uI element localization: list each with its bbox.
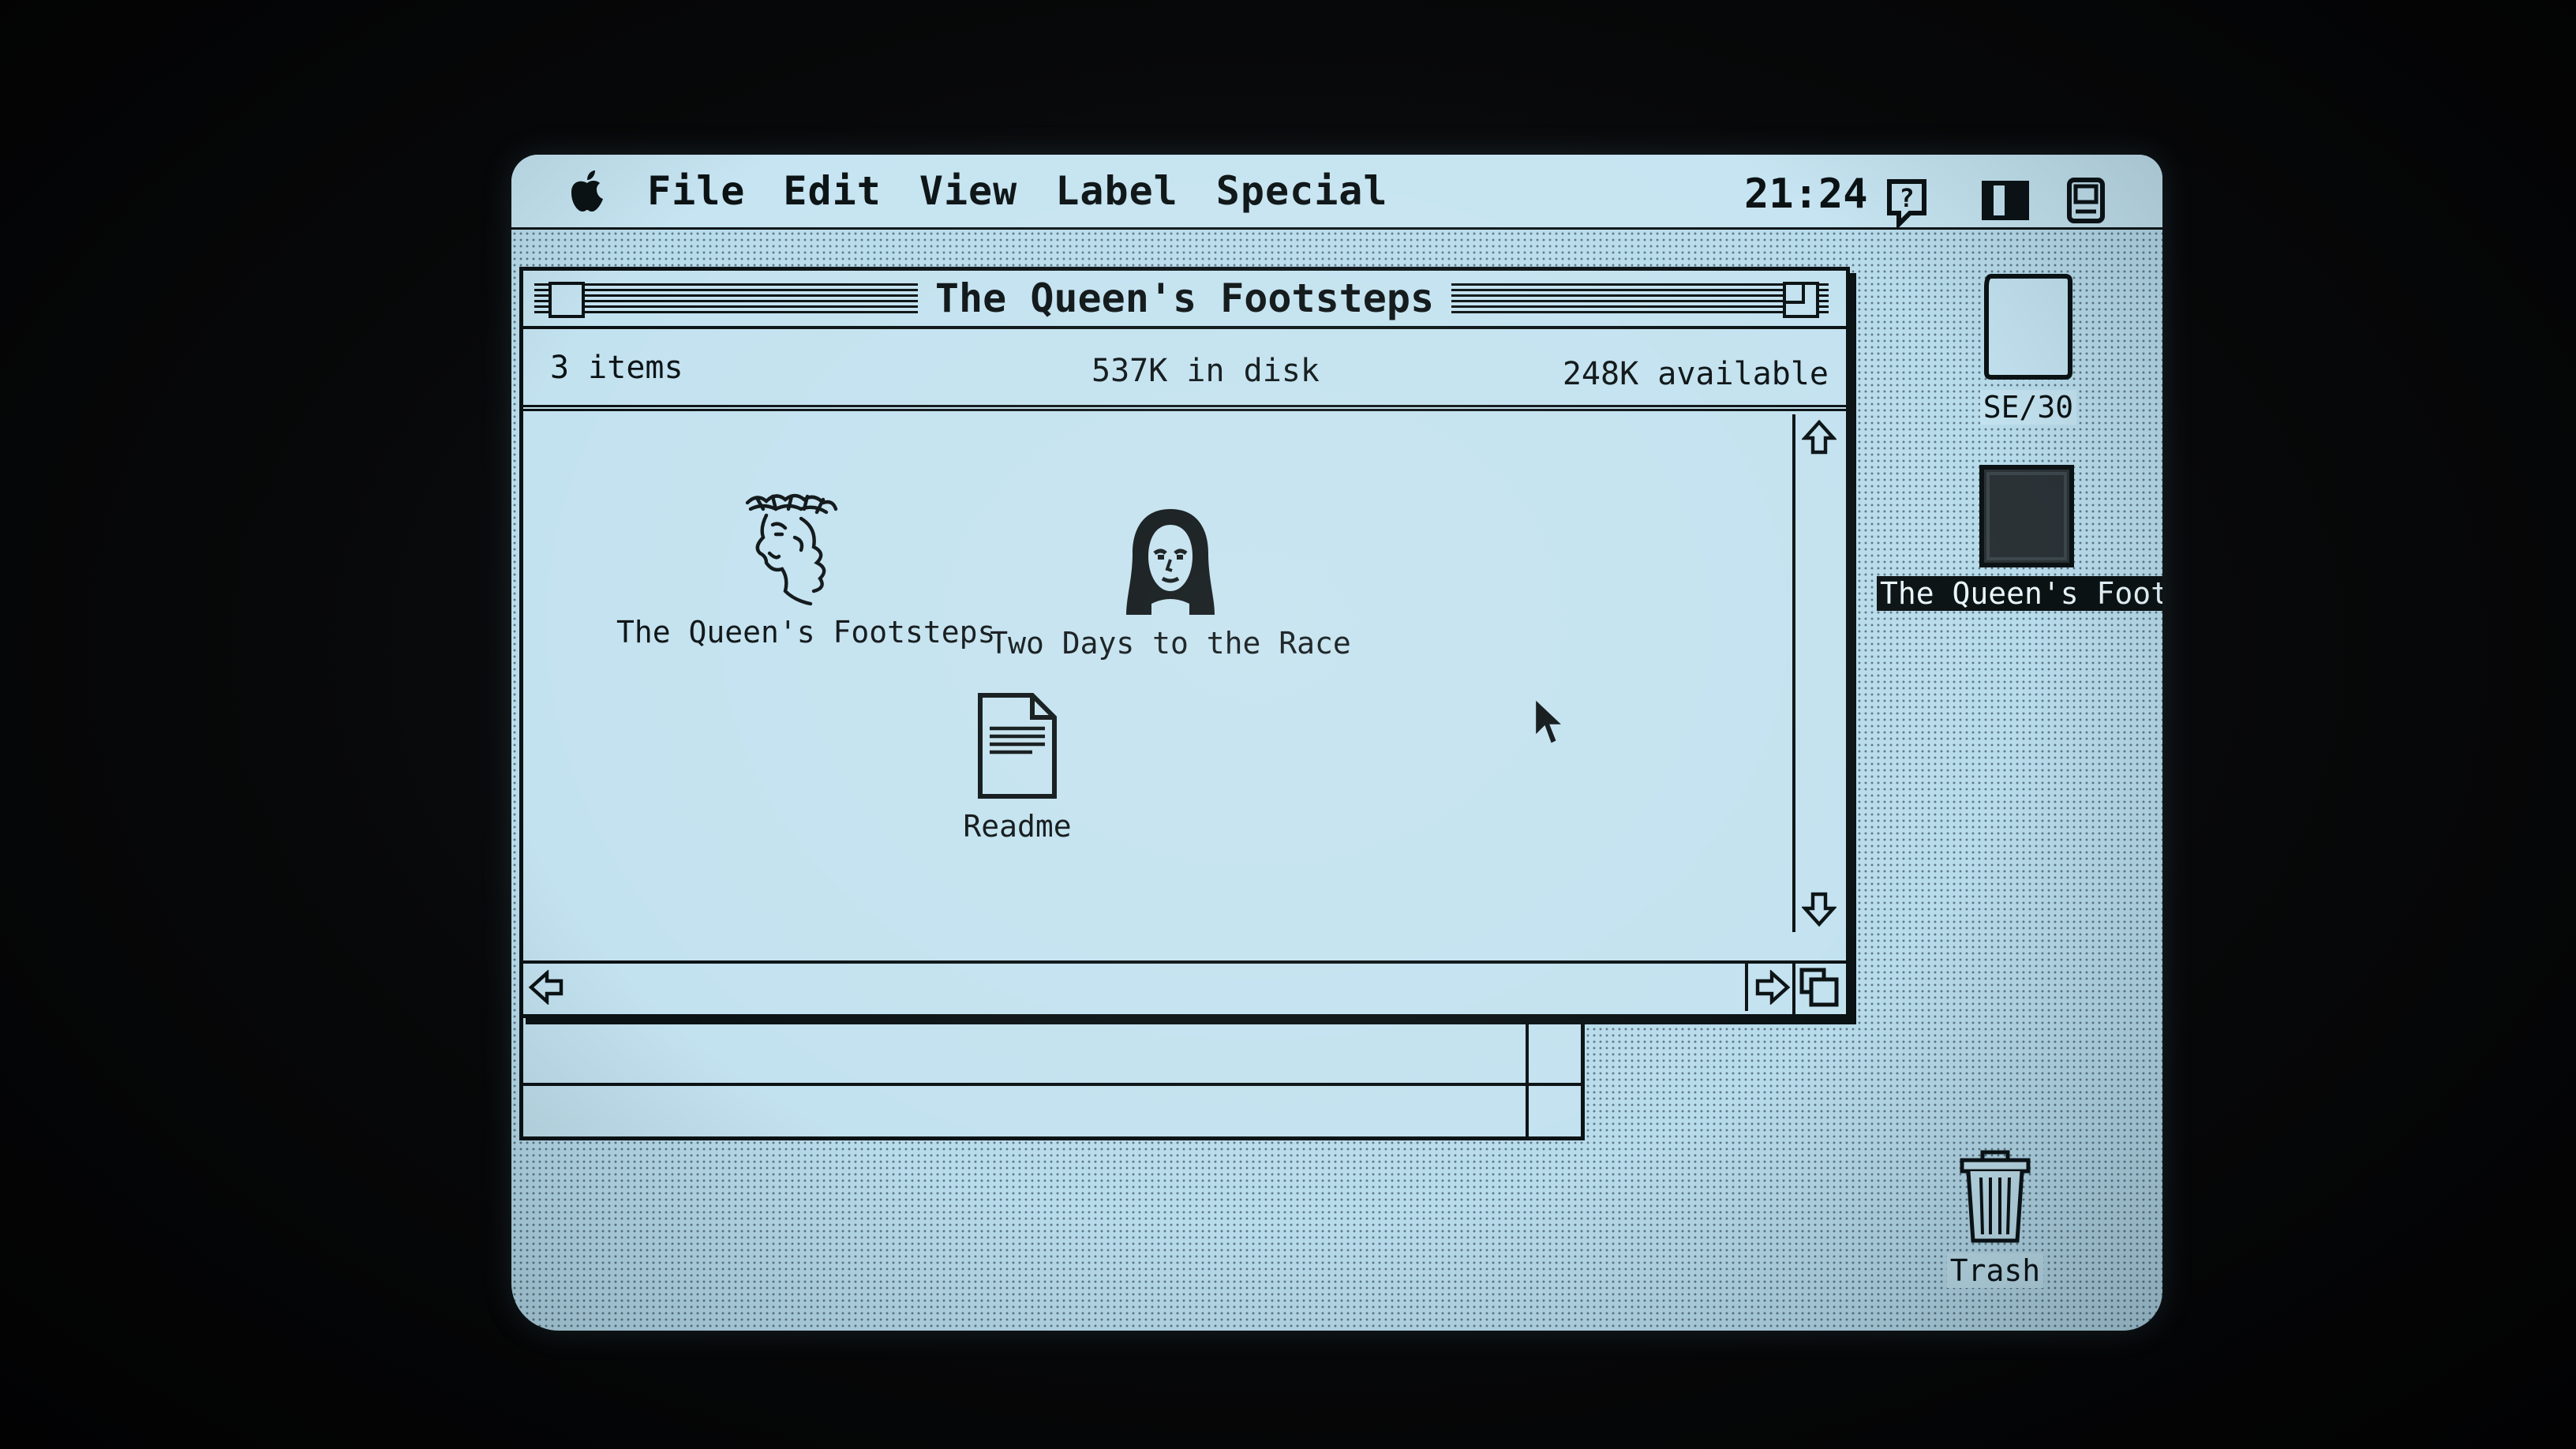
- woman-portrait-icon: [1126, 509, 1215, 615]
- menu-special[interactable]: Special: [1216, 168, 1388, 214]
- file-item-readme[interactable]: Readme: [899, 691, 1136, 844]
- screen: File Edit View Label Special 21:24 ? The…: [511, 155, 2162, 1331]
- file-label-readme: Readme: [963, 809, 1072, 844]
- desktop-label-queens: The Queen's Footste: [1877, 576, 2162, 611]
- menu-view[interactable]: View: [919, 168, 1017, 214]
- item-count: 3 items: [550, 350, 683, 386]
- desktop-volume-queens[interactable]: The Queen's Footste: [1877, 464, 2162, 611]
- arrow-up-icon: [1802, 419, 1837, 455]
- floppy-disk-icon: [1984, 274, 2072, 380]
- file-item-queens-footsteps[interactable]: The Queen's Footsteps: [616, 490, 996, 650]
- arrow-left-icon: [528, 970, 564, 1005]
- file-label-queens-footsteps: The Queen's Footsteps: [616, 615, 996, 650]
- background-window[interactable]: [519, 1007, 1585, 1140]
- window-content[interactable]: The Queen's Footsteps Two Days to the Ra…: [523, 414, 1792, 932]
- desktop-label-se30: SE/30: [1979, 390, 2077, 425]
- queen-head-icon: [745, 493, 838, 606]
- arrow-right-icon: [1755, 970, 1791, 1005]
- menu-file[interactable]: File: [647, 168, 745, 214]
- menu-edit[interactable]: Edit: [783, 168, 881, 214]
- svg-text:?: ?: [1899, 183, 1914, 213]
- mouse-cursor-icon: [1533, 696, 1565, 746]
- desktop-label-trash: Trash: [1946, 1253, 2044, 1288]
- scroll-left-button[interactable]: [523, 964, 571, 1011]
- background-window-scrollbar-edge: [1526, 1007, 1529, 1136]
- menu-label[interactable]: Label: [1055, 168, 1178, 214]
- trash-icon: [1960, 1150, 2031, 1243]
- resize-icon: [1799, 968, 1839, 1007]
- window-title-bar[interactable]: The Queen's Footsteps: [523, 271, 1846, 329]
- window-title: The Queen's Footsteps: [523, 275, 1846, 321]
- menu-clock[interactable]: 21:24: [1744, 170, 1868, 218]
- background-window-divider: [523, 1083, 1581, 1086]
- vertical-scrollbar[interactable]: [1792, 414, 1846, 932]
- available-space: 248K available: [1562, 356, 1829, 392]
- scroll-down-button[interactable]: [1795, 885, 1843, 932]
- disk-usage: 537K in disk: [1091, 353, 1320, 389]
- horizontal-scrollbar[interactable]: [523, 960, 1795, 1014]
- document-icon: [978, 693, 1057, 799]
- window-info-bar: 3 items 537K in disk 248K available: [523, 329, 1846, 411]
- file-label-two-days: Two Days to the Race: [990, 626, 1351, 661]
- desktop-trash[interactable]: Trash: [1932, 1149, 2058, 1288]
- finder-window[interactable]: The Queen's Footsteps 3 items 537K in di…: [519, 267, 1850, 1018]
- scroll-up-button[interactable]: [1795, 414, 1843, 462]
- dark-volume-icon: [1979, 465, 2074, 567]
- arrow-down-icon: [1802, 892, 1837, 927]
- desktop-disk-se30[interactable]: SE/30: [1957, 271, 2099, 425]
- grow-box[interactable]: [1792, 960, 1846, 1014]
- apple-icon[interactable]: [567, 169, 608, 213]
- finder-icon[interactable]: [2065, 177, 2107, 224]
- scroll-right-button[interactable]: [1745, 964, 1795, 1011]
- application-menu-icon[interactable]: [1981, 180, 2030, 221]
- help-balloon-icon[interactable]: ?: [1883, 177, 1930, 227]
- menu-bar: File Edit View Label Special 21:24 ?: [511, 155, 2162, 230]
- file-item-two-days[interactable]: Two Days to the Race: [989, 506, 1352, 661]
